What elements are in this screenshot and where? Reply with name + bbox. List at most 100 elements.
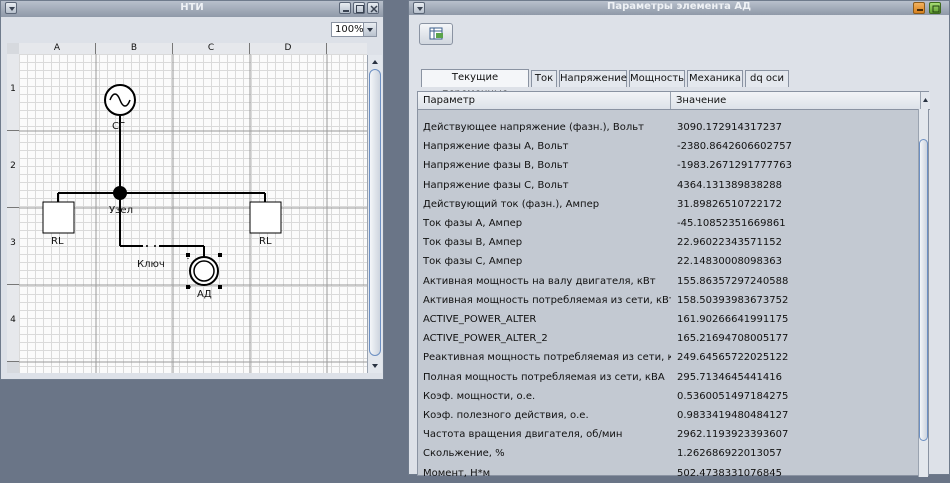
parameter-name-cell: Действующее напряжение (фазн.), Вольт (423, 122, 644, 133)
parameter-value-cell: -45.10852351669861 (677, 218, 786, 229)
table-row[interactable]: Действующее напряжение (фазн.), Вольт 309… (418, 118, 921, 137)
tab-current[interactable]: Ток (531, 70, 557, 87)
maximize-icon (932, 5, 940, 13)
element-parameters-window: Параметры элемента АД Текущие переменные… (408, 0, 950, 479)
parameter-name-cell: Напряжение фазы С, Вольт (423, 179, 569, 191)
switch-label: Ключ (137, 259, 165, 270)
parameter-name-cell: Скольжение, % (423, 448, 505, 460)
column-header-parameter[interactable]: Параметр (418, 92, 671, 109)
scroll-up-button[interactable] (920, 92, 930, 109)
table-row[interactable]: Ток фазы В, Ампер 22.96022343571152 (418, 233, 921, 252)
schematic-diagram (19, 54, 367, 373)
scroll-up-icon (923, 98, 928, 102)
parameter-value-cell: 249.64565722025122 (677, 352, 789, 364)
tab-power[interactable]: Мощность (629, 70, 685, 87)
schematic-sheet: A B C D 1 2 3 4 СГ Узел RL RL Ключ АД (7, 43, 367, 373)
tab-mechanics[interactable]: Механика (687, 70, 743, 87)
table-row[interactable]: Ток фазы А, Ампер -45.10852351669861 (418, 214, 921, 233)
table-row[interactable]: ACTIVE_POWER_ALTER_2 165.21694708005177 (418, 329, 921, 348)
table-row[interactable]: Коэф. полезного действия, о.е. 0.98334194… (418, 406, 921, 425)
table-row[interactable]: Момент, Н*м 502.4738331076845 (418, 464, 921, 483)
load-right-symbol[interactable] (249, 201, 282, 234)
table-row[interactable]: Полная мощность потребляемая из сети, кВ… (418, 368, 921, 387)
minimize-button[interactable] (913, 2, 925, 14)
row-header-1: 1 (7, 54, 19, 131)
generator-label: СГ (112, 121, 126, 132)
zoom-dropdown-button[interactable] (363, 23, 376, 36)
column-header-b: B (96, 43, 173, 54)
row-header-3: 3 (7, 208, 19, 285)
parameter-name-cell: ACTIVE_POWER_ALTER_2 (423, 333, 548, 345)
scroll-down-icon[interactable] (368, 361, 382, 371)
parameter-name-cell: Ток фазы А, Ампер (423, 218, 523, 229)
tab-current-variables[interactable]: Текущие переменные (421, 69, 529, 99)
column-header-c: C (173, 43, 250, 54)
table-row[interactable]: Напряжение фазы В, Вольт -1983.2671291777… (418, 156, 921, 175)
scroll-up-icon[interactable] (368, 57, 382, 67)
table-row[interactable]: Действующий ток (фазн.), Ампер 31.8982651… (418, 195, 921, 214)
table-row[interactable]: Реактивная мощность потребляемая из сети… (418, 348, 921, 367)
parameter-name-cell: Активная мощность на валу двигателя, кВт (423, 275, 656, 287)
parameter-value-cell: 295.7134645441416 (677, 371, 782, 383)
parameter-value-cell: 155.86357297240588 (677, 275, 789, 287)
schematic-vertical-scrollbar[interactable] (367, 55, 382, 373)
table-row[interactable]: Напряжение фазы С, Вольт 4364.13138983828… (418, 176, 921, 195)
parameter-name-cell: Активная мощность потребляемая из сети, … (423, 294, 671, 306)
load-left-label: RL (51, 236, 64, 247)
maximize-button[interactable] (929, 2, 941, 14)
column-header-a: A (19, 43, 96, 54)
zoom-select[interactable]: 100% (331, 22, 377, 37)
minimize-icon (917, 9, 923, 11)
scrollbar-thumb[interactable] (369, 69, 381, 356)
zoom-value: 100% (335, 24, 364, 35)
tab-voltage[interactable]: Напряжение (559, 70, 627, 87)
parameter-name-cell: Напряжение фазы А, Вольт (423, 141, 569, 153)
generator-symbol[interactable] (104, 84, 136, 116)
table-row[interactable]: Скольжение, % 1.262686922013057 (418, 444, 921, 463)
table-row[interactable]: Частота вращения двигателя, об/мин 2962.1… (418, 425, 921, 444)
parameters-window-title: Параметры элемента АД (606, 1, 752, 12)
table-row[interactable]: Ток фазы С, Ампер 22.14830008098363 (418, 252, 921, 271)
node-label: Узел (109, 205, 133, 216)
close-button[interactable] (367, 2, 379, 14)
node-symbol[interactable] (113, 186, 127, 200)
parameter-value-cell: 22.96022343571152 (677, 237, 782, 249)
parameter-value-cell: 0.5360051497184275 (677, 390, 789, 402)
table-vertical-scrollbar[interactable] (918, 109, 928, 477)
table-row[interactable]: Напряжение фазы А, Вольт -2380.8642606602… (418, 137, 921, 156)
minimize-icon (343, 10, 349, 12)
switch-symbol[interactable] (146, 245, 148, 247)
parameter-name-cell: Коэф. полезного действия, о.е. (423, 410, 589, 421)
column-header-d: D (250, 43, 327, 54)
table-row[interactable]: Коэф. мощности, о.е. 0.5360051497184275 (418, 387, 921, 406)
table-row[interactable]: Активная мощность потребляемая из сети, … (418, 291, 921, 310)
parameter-name-cell: Действующий ток (фазн.), Ампер (423, 198, 600, 210)
maximize-button[interactable] (353, 2, 365, 14)
load-left-symbol[interactable] (42, 201, 75, 234)
parameter-name-cell: Коэф. мощности, о.е. (423, 390, 536, 402)
parameters-window-titlebar[interactable]: Параметры элемента АД (409, 1, 949, 15)
parameter-value-cell: 3090.172914317237 (677, 122, 782, 133)
tab-dq-axes[interactable]: dq оси (745, 70, 789, 87)
parameter-value-cell: -2380.8642606602757 (677, 141, 792, 153)
maximize-icon (356, 5, 364, 13)
scrollbar-thumb[interactable] (919, 139, 928, 441)
parameter-name-cell: Момент, Н*м (423, 467, 491, 479)
parameter-value-cell: 165.21694708005177 (677, 333, 789, 345)
column-header-value[interactable]: Значение (671, 92, 921, 109)
motor-symbol[interactable] (186, 253, 222, 289)
parameter-value-cell: -1983.2671291777763 (677, 160, 792, 172)
schematic-canvas[interactable]: СГ Узел RL RL Ключ АД (19, 54, 367, 373)
minimize-button[interactable] (339, 2, 351, 14)
schematic-window-titlebar[interactable]: НТИ (1, 1, 383, 17)
parameter-name-cell: Реактивная мощность потребляемая из сети… (423, 352, 671, 364)
export-button[interactable] (419, 23, 453, 45)
table-row[interactable]: ACTIVE_POWER_ALTER 161.90266641991175 (418, 310, 921, 329)
parameter-value-cell: 0.9833419480484127 (677, 410, 789, 421)
parameter-value-cell: 31.89826510722172 (677, 198, 782, 210)
table-row[interactable]: Активная мощность на валу двигателя, кВт… (418, 272, 921, 291)
motor-label: АД (197, 289, 212, 300)
parameter-value-cell: 161.90266641991175 (677, 314, 789, 325)
parameter-name-cell: Ток фазы В, Ампер (423, 237, 523, 249)
schematic-window: НТИ 100% A B C D 1 2 3 4 СГ Узел RL RL К… (0, 0, 384, 380)
